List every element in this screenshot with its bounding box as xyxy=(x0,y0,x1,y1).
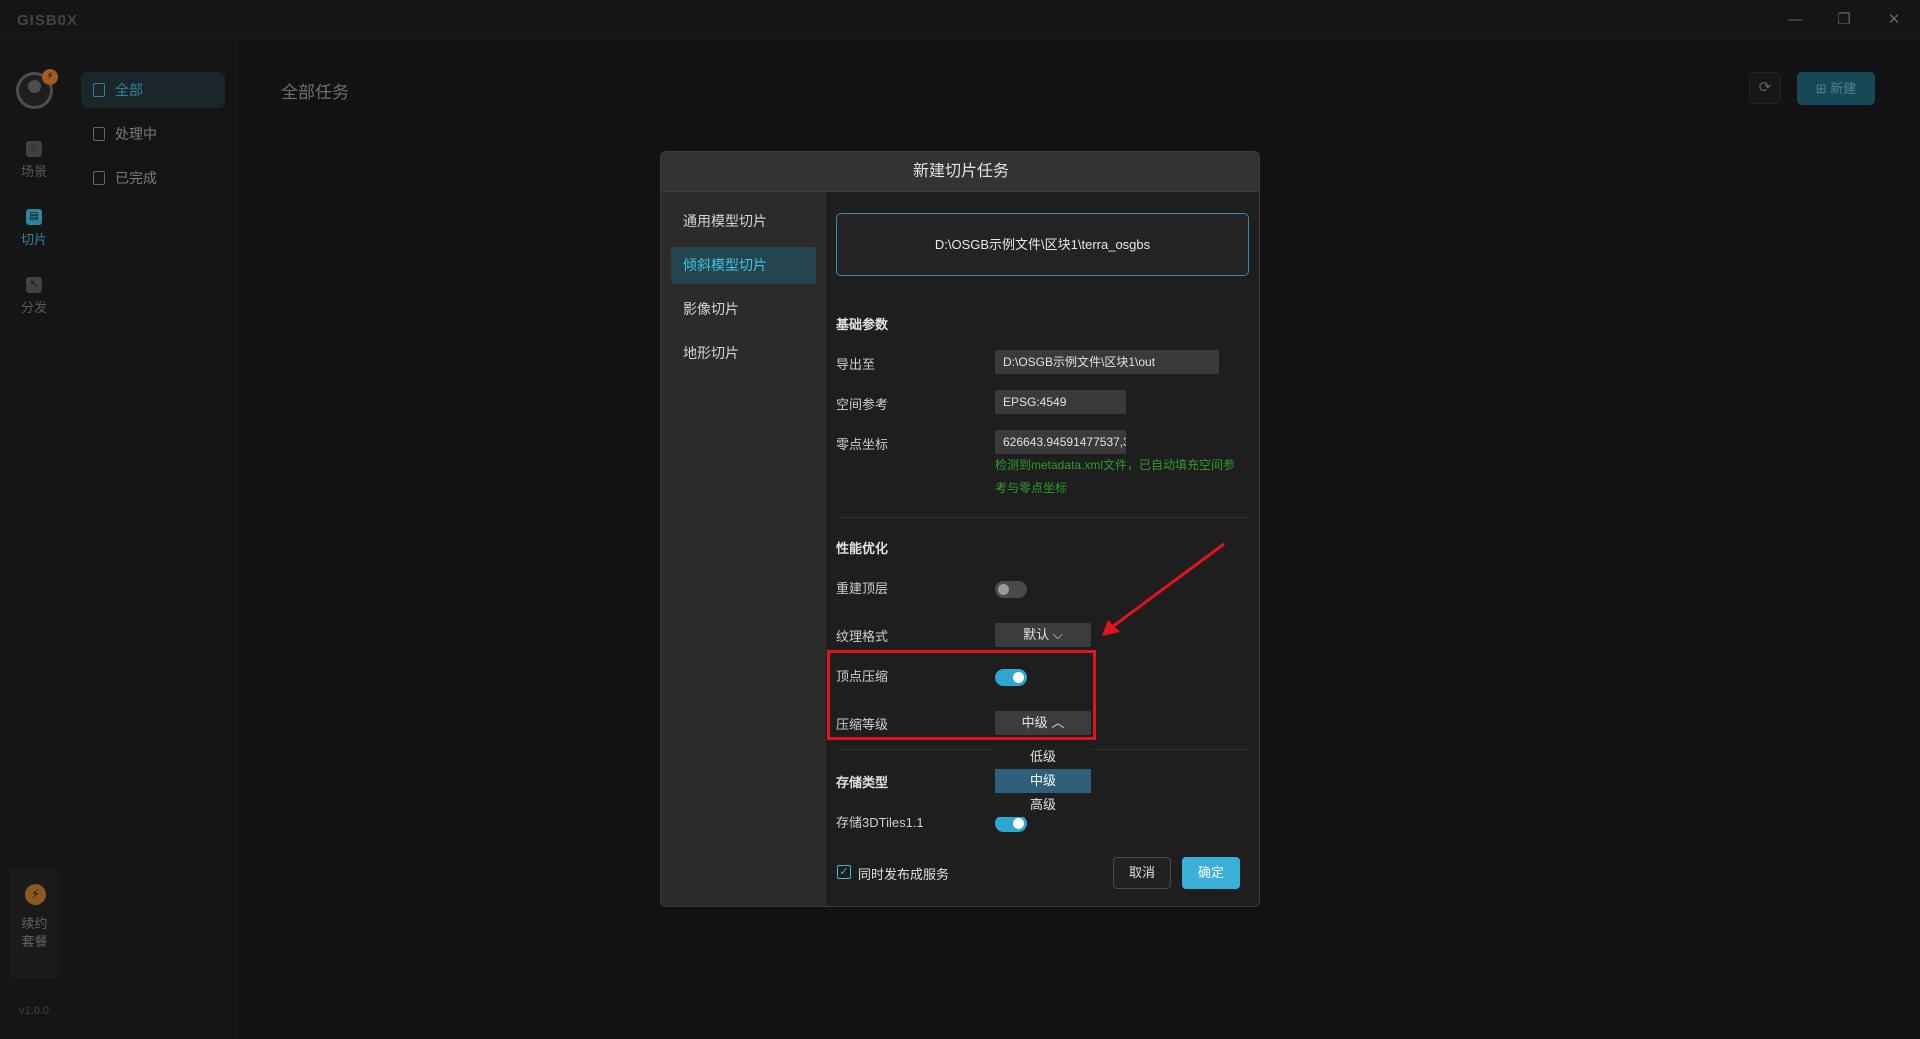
nav-oblique-model[interactable]: 倾斜模型切片 xyxy=(671,247,816,284)
texture-label: 纹理格式 xyxy=(836,629,889,644)
metadata-hint: 检测到metadata.xml文件，已自动填充空间参考与零点坐标 xyxy=(995,458,1236,495)
storage-title: 存储类型 xyxy=(836,775,889,790)
export-label: 导出至 xyxy=(836,357,876,372)
origin-input[interactable]: 626643.94591477537,3 xyxy=(995,430,1126,454)
publish-label: 同时发布成服务 xyxy=(858,867,950,882)
chevron-down-icon: ⌵ xyxy=(1052,627,1063,642)
level-option-high[interactable]: 高级 xyxy=(995,793,1091,817)
rebuild-toggle[interactable] xyxy=(995,581,1027,598)
annotation-arrow-icon xyxy=(1102,542,1225,636)
divider xyxy=(836,517,1249,518)
source-path-field[interactable]: D:\OSGB示例文件\区块1\terra_osgbs xyxy=(836,213,1249,276)
texture-value: 默认 xyxy=(1023,627,1050,642)
publish-checkbox[interactable]: ✓ xyxy=(837,865,851,879)
texture-select[interactable]: 默认 ⌵ xyxy=(995,623,1091,647)
tiles-label: 存储3DTiles1.1 xyxy=(836,815,924,830)
srs-label: 空间参考 xyxy=(836,397,889,412)
level-option-mid[interactable]: 中级 xyxy=(995,769,1091,793)
rebuild-label: 重建顶层 xyxy=(836,581,889,596)
origin-label: 零点坐标 xyxy=(836,437,889,452)
nav-generic-model[interactable]: 通用模型切片 xyxy=(671,203,816,240)
ok-button[interactable]: 确定 xyxy=(1182,857,1240,889)
export-path-input[interactable]: D:\OSGB示例文件\区块1\out xyxy=(995,350,1219,374)
nav-imagery[interactable]: 影像切片 xyxy=(671,291,816,328)
annotation-highlight-box xyxy=(827,650,1096,740)
srs-input[interactable]: EPSG:4549 xyxy=(995,390,1126,414)
tiles-toggle[interactable] xyxy=(995,815,1027,832)
dialog-title: 新建切片任务 xyxy=(661,152,1259,192)
level-option-low[interactable]: 低级 xyxy=(995,745,1091,769)
perf-title: 性能优化 xyxy=(836,541,889,556)
dialog-nav: 通用模型切片 倾斜模型切片 影像切片 地形切片 xyxy=(661,192,826,906)
basic-params-title: 基础参数 xyxy=(836,317,889,332)
cancel-button[interactable]: 取消 xyxy=(1113,857,1171,889)
nav-terrain[interactable]: 地形切片 xyxy=(671,335,816,372)
level-dropdown: 低级 中级 高级 xyxy=(995,745,1091,817)
